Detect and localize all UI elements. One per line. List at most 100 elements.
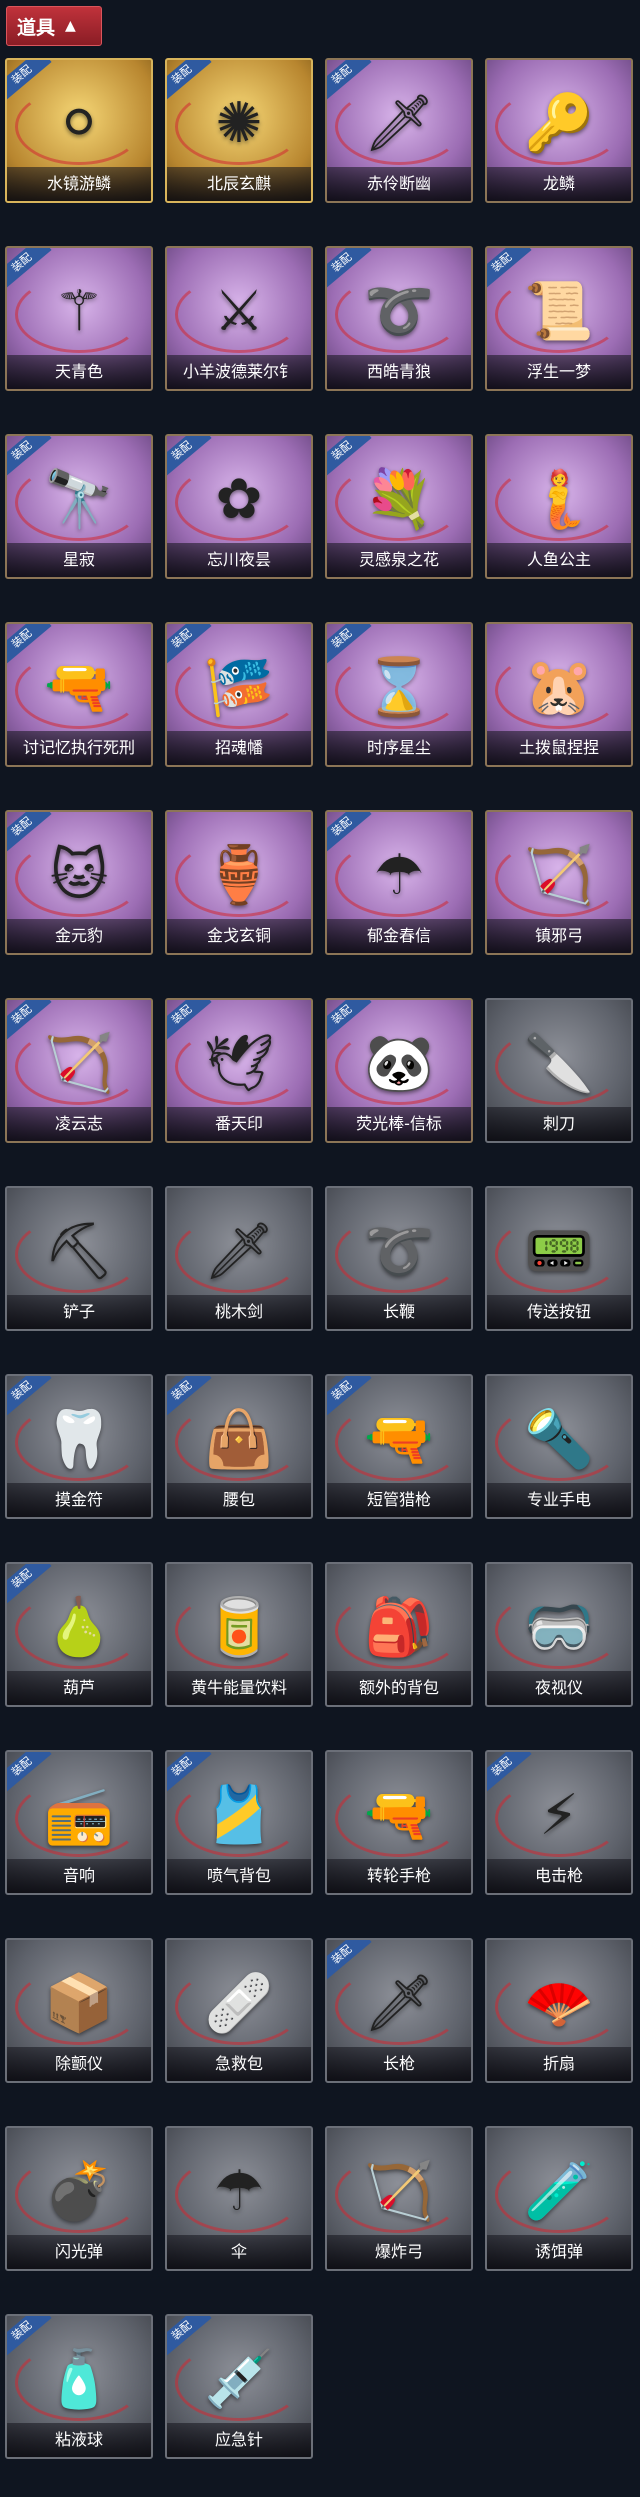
item-label: 讨记忆执行死刑 <box>7 731 151 765</box>
item-card[interactable]: 📟 传送按钮 <box>485 1186 633 1331</box>
item-card[interactable]: 装配 ⚪ 水镜游鳞 <box>5 58 153 203</box>
item-card[interactable]: 💣 闪光弹 <box>5 2126 153 2271</box>
item-icon: ➰ <box>364 1219 434 1284</box>
item-icon: 🔭 <box>44 467 114 532</box>
item-icon: ➰ <box>364 279 434 344</box>
item-card[interactable]: 装配 ⚚ 天青色 <box>5 246 153 391</box>
chevron-up-icon: ▲ <box>65 18 76 34</box>
item-card[interactable]: 装配 ➰ 西皓青狼 <box>325 246 473 391</box>
item-icon: ✿ <box>215 466 263 532</box>
item-icon: 📻 <box>44 1783 114 1848</box>
item-card[interactable]: 装配 🐼 荧光棒-信标 <box>325 998 473 1143</box>
item-icon: 📜 <box>524 279 594 344</box>
item-icon: ⌛ <box>364 655 434 720</box>
item-card[interactable]: 装配 🎏 招魂幡 <box>165 622 313 767</box>
item-card[interactable]: 装配 🦷 摸金符 <box>5 1374 153 1519</box>
item-card[interactable]: 装配 🏹 凌云志 <box>5 998 153 1143</box>
item-card[interactable]: 🏹 爆炸弓 <box>325 2126 473 2271</box>
item-card[interactable]: ➰ 长鞭 <box>325 1186 473 1331</box>
item-card[interactable]: 装配 🐱 金元豹 <box>5 810 153 955</box>
item-label: 忘川夜昙 <box>167 543 311 577</box>
item-card[interactable]: 装配 🗡 长枪 <box>325 1938 473 2083</box>
item-icon: 🔫 <box>44 655 114 720</box>
item-label: 刺刀 <box>487 1107 631 1141</box>
item-card[interactable]: 装配 ⚡ 电击枪 <box>485 1750 633 1895</box>
item-label: 长枪 <box>327 2047 471 2081</box>
item-icon: 🥽 <box>524 1595 594 1660</box>
item-card[interactable]: 装配 ✺ 北辰玄麒 <box>165 58 313 203</box>
item-card[interactable]: 🏺 金戈玄铜 <box>165 810 313 955</box>
item-card[interactable]: 🔑 龙鳞 <box>485 58 633 203</box>
item-label: 西皓青狼 <box>327 355 471 389</box>
item-card[interactable]: ⚔ 小羊波德莱尔钅 <box>165 246 313 391</box>
item-card[interactable]: 🎒 额外的背包 <box>325 1562 473 1707</box>
item-icon: 🧴 <box>44 2347 114 2412</box>
item-card[interactable]: 🧜 人鱼公主 <box>485 434 633 579</box>
item-card[interactable]: 🪭 折扇 <box>485 1938 633 2083</box>
item-card[interactable]: 🥫 黄牛能量饮料 <box>165 1562 313 1707</box>
item-card[interactable]: 装配 💐 灵感泉之花 <box>325 434 473 579</box>
item-card[interactable]: 装配 🗡 赤伶断幽 <box>325 58 473 203</box>
item-card[interactable]: 🗡 桃木剑 <box>165 1186 313 1331</box>
item-icon: 🗡 <box>203 1219 275 1284</box>
item-label: 额外的背包 <box>327 1671 471 1705</box>
item-label: 喷气背包 <box>167 1859 311 1893</box>
item-card[interactable]: 🐹 土拨鼠捏捏 <box>485 622 633 767</box>
item-icon: 🔪 <box>524 1031 594 1096</box>
item-card[interactable]: 🔪 刺刀 <box>485 998 633 1143</box>
item-card[interactable]: 🔦 专业手电 <box>485 1374 633 1519</box>
item-card[interactable]: 装配 🍐 葫芦 <box>5 1562 153 1707</box>
item-card[interactable]: 装配 🕊 番天印 <box>165 998 313 1143</box>
item-label: 浮生一梦 <box>487 355 631 389</box>
item-card[interactable]: 装配 🎽 喷气背包 <box>165 1750 313 1895</box>
item-icon: 🎒 <box>364 1595 434 1660</box>
item-card[interactable]: ☂ 伞 <box>165 2126 313 2271</box>
item-card[interactable]: 装配 🔫 短管猎枪 <box>325 1374 473 1519</box>
item-label: 灵感泉之花 <box>327 543 471 577</box>
category-title: 道具 <box>17 16 56 39</box>
item-icon: 💉 <box>204 2347 274 2412</box>
item-card[interactable]: 装配 ⌛ 时序星尘 <box>325 622 473 767</box>
item-icon: 🗡 <box>363 91 435 156</box>
item-card[interactable]: 装配 👜 腰包 <box>165 1374 313 1519</box>
item-label: 粘液球 <box>7 2423 151 2457</box>
item-card[interactable]: 装配 ✿ 忘川夜昙 <box>165 434 313 579</box>
item-icon: 🦷 <box>44 1407 114 1472</box>
item-label: 夜视仪 <box>487 1671 631 1705</box>
item-icon: 🧪 <box>524 2159 594 2224</box>
item-icon: ⚪ <box>55 90 103 156</box>
item-label: 番天印 <box>167 1107 311 1141</box>
item-card[interactable]: 装配 💉 应急针 <box>165 2314 313 2459</box>
item-label: 星寂 <box>7 543 151 577</box>
item-label: 应急针 <box>167 2423 311 2457</box>
item-card[interactable]: 🧪 诱饵弹 <box>485 2126 633 2271</box>
item-card[interactable]: 🩹 急救包 <box>165 1938 313 2083</box>
item-label: 长鞭 <box>327 1295 471 1329</box>
item-card[interactable]: 装配 🧴 粘液球 <box>5 2314 153 2459</box>
item-icon: 👜 <box>204 1407 274 1472</box>
item-card[interactable]: ⛏ 铲子 <box>5 1186 153 1331</box>
item-card[interactable]: 装配 🔫 讨记忆执行死刑 <box>5 622 153 767</box>
item-icon: 🏹 <box>364 2159 434 2224</box>
item-label: 除颤仪 <box>7 2047 151 2081</box>
item-card[interactable]: 🏹 镇邪弓 <box>485 810 633 955</box>
item-label: 摸金符 <box>7 1483 151 1517</box>
item-card[interactable]: 装配 📻 音响 <box>5 1750 153 1895</box>
item-label: 金元豹 <box>7 919 151 953</box>
item-icon: 🔦 <box>524 1407 594 1472</box>
item-card[interactable]: 装配 📜 浮生一梦 <box>485 246 633 391</box>
item-label: 小羊波德莱尔钅 <box>167 355 311 389</box>
item-icon: 🗡 <box>363 1971 435 2036</box>
item-icon: 💣 <box>44 2159 114 2224</box>
item-card[interactable]: 📦 除颤仪 <box>5 1938 153 2083</box>
item-card[interactable]: 装配 🔭 星寂 <box>5 434 153 579</box>
item-card[interactable]: 装配 ☂ 郁金春信 <box>325 810 473 955</box>
item-label: 土拨鼠捏捏 <box>487 731 631 765</box>
item-label: 郁金春信 <box>327 919 471 953</box>
item-label: 急救包 <box>167 2047 311 2081</box>
item-card[interactable]: 🔫 转轮手枪 <box>325 1750 473 1895</box>
item-icon: 🐹 <box>524 655 594 720</box>
item-card[interactable]: 🥽 夜视仪 <box>485 1562 633 1707</box>
item-grid: 装配 ⚪ 水镜游鳞 装配 ✺ 北辰玄麒 装配 🗡 赤伶断幽 🔑 龙鳞 装配 ⚚ 天青色 ⚔ 小羊波德莱尔钅 装配… <box>5 58 635 2459</box>
category-tab-items[interactable]: 道具 ▲ <box>6 6 102 46</box>
